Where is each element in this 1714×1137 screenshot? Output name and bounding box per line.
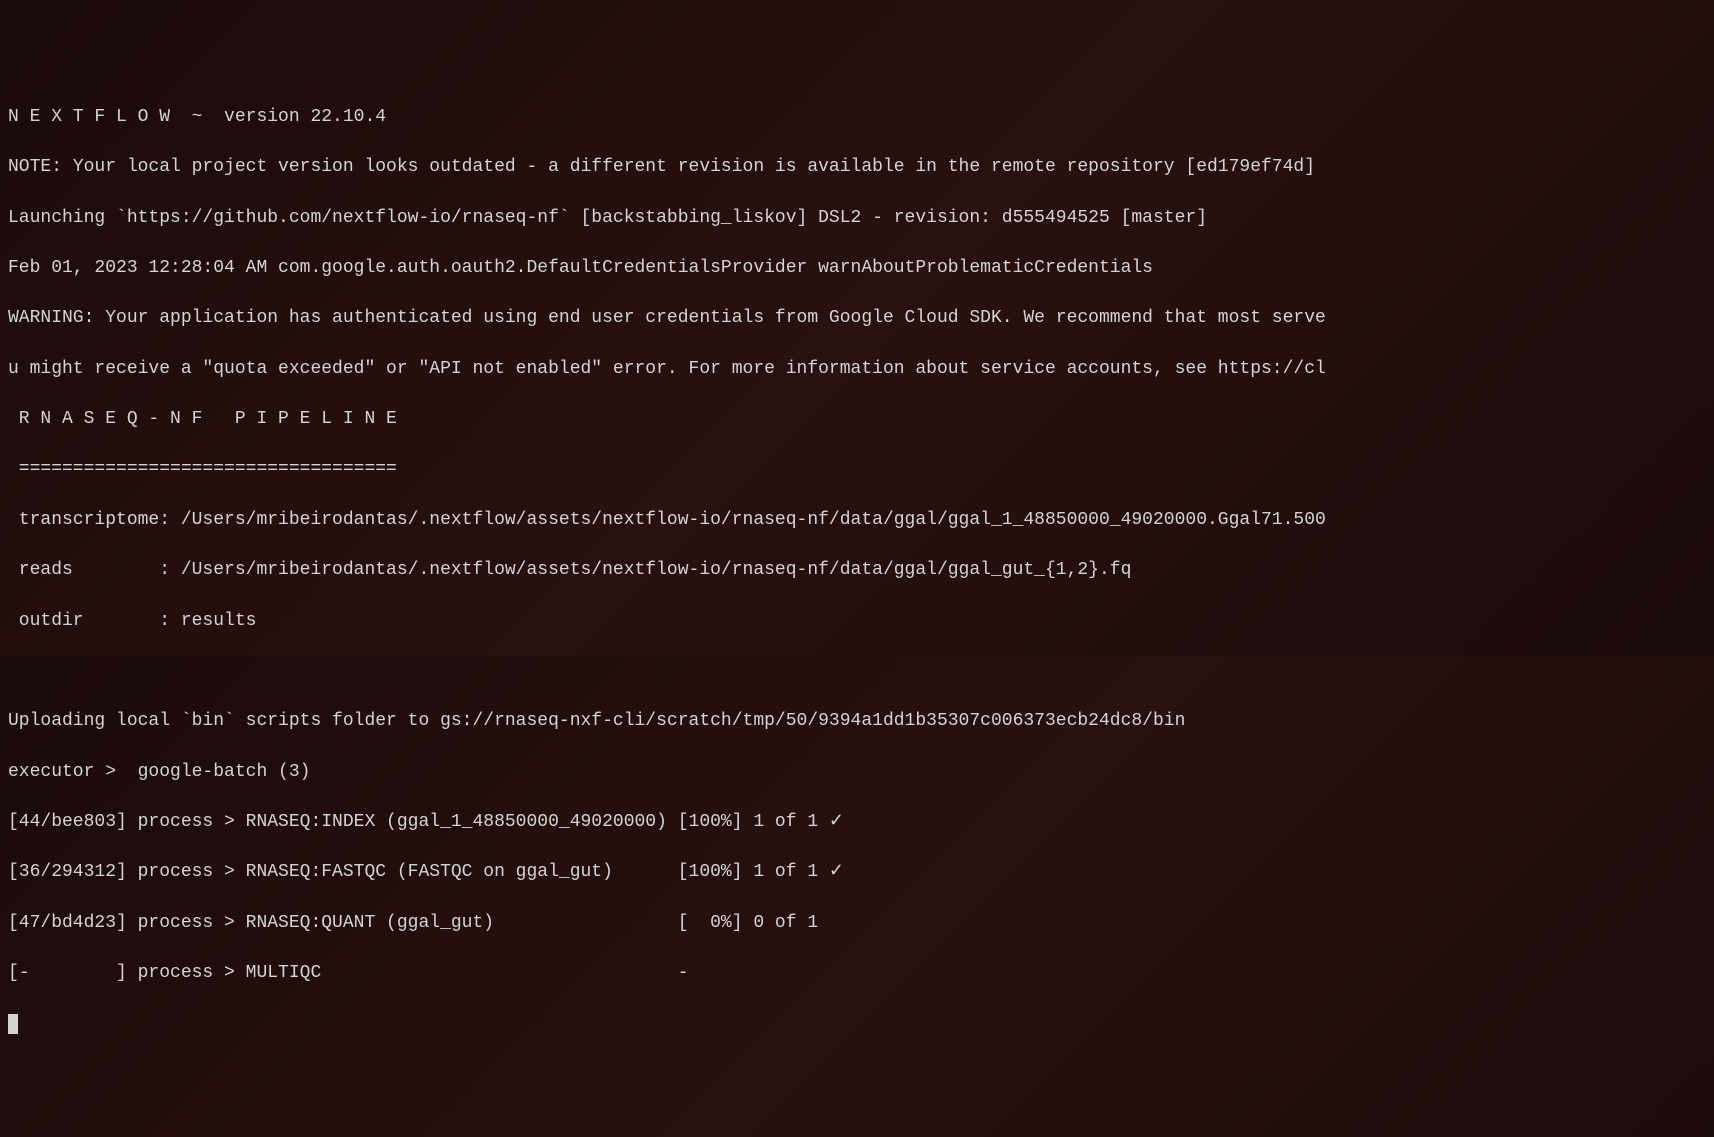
terminal-cursor: [8, 1014, 18, 1034]
process-status-quant: [47/bd4d23] process > RNASEQ:QUANT (ggal…: [8, 911, 1706, 936]
process-status-index: [44/bee803] process > RNASEQ:INDEX (ggal…: [8, 810, 1706, 835]
launching-message: Launching `https://github.com/nextflow-i…: [8, 206, 1706, 231]
executor-info: executor > google-batch (3): [8, 760, 1706, 785]
process-status-fastqc: [36/294312] process > RNASEQ:FASTQC (FAS…: [8, 860, 1706, 885]
process-status-multiqc: [- ] process > MULTIQC -: [8, 961, 1706, 986]
pipeline-separator: ===================================: [8, 457, 1706, 482]
uploading-message: Uploading local `bin` scripts folder to …: [8, 709, 1706, 734]
note-message: NOTE: Your local project version looks o…: [8, 155, 1706, 180]
pipeline-title: R N A S E Q - N F P I P E L I N E: [8, 407, 1706, 432]
transcriptome-path: transcriptome: /Users/mribeirodantas/.ne…: [8, 508, 1706, 533]
timestamp-log: Feb 01, 2023 12:28:04 AM com.google.auth…: [8, 256, 1706, 281]
outdir-path: outdir : results: [8, 609, 1706, 634]
blank-line: [8, 659, 1706, 684]
warning-line-2: u might receive a "quota exceeded" or "A…: [8, 357, 1706, 382]
warning-line-1: WARNING: Your application has authentica…: [8, 306, 1706, 331]
nextflow-banner: N E X T F L O W ~ version 22.10.4: [8, 105, 1706, 130]
reads-path: reads : /Users/mribeirodantas/.nextflow/…: [8, 558, 1706, 583]
